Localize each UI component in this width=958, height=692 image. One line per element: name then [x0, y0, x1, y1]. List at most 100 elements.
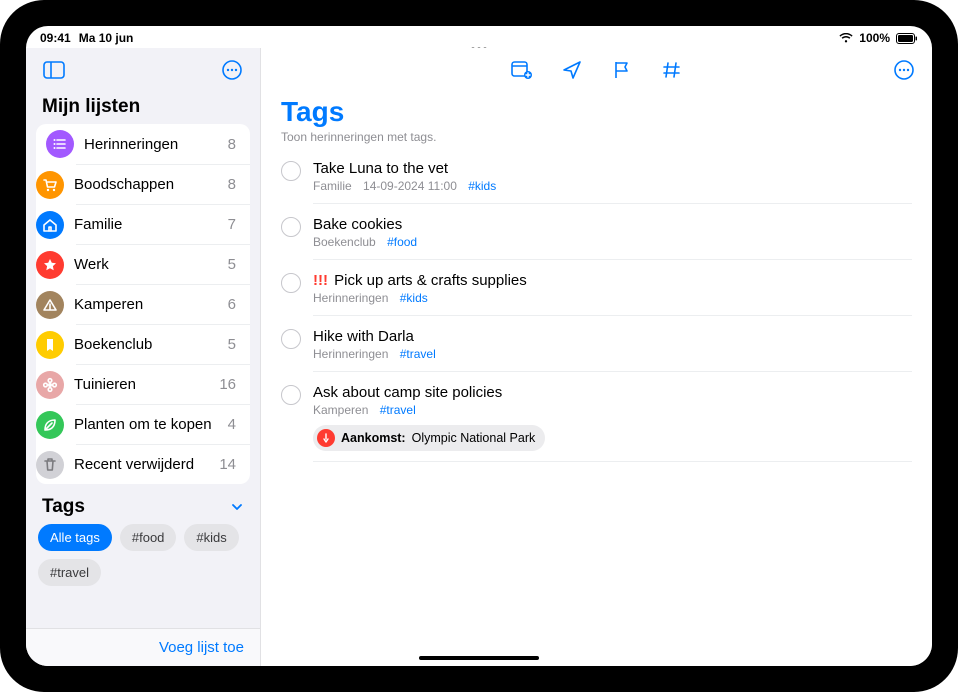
reminder-list: Familie	[313, 179, 352, 193]
tag-pill[interactable]: #kids	[184, 524, 238, 551]
reminder-tag[interactable]: #travel	[400, 347, 436, 361]
list-count: 4	[228, 416, 240, 433]
reminder-tag[interactable]: #kids	[400, 291, 428, 305]
reminder-list: Kamperen	[313, 403, 368, 417]
lists-section-header: Mijn lijsten	[26, 92, 260, 124]
arrival-pin-icon	[317, 429, 335, 447]
sidebar: Mijn lijsten Herinneringen8Boodschappen8…	[26, 48, 261, 666]
list-label: Boekenclub	[74, 336, 228, 353]
tag-pill[interactable]: #travel	[38, 559, 101, 586]
reminder-checkbox[interactable]	[281, 273, 301, 293]
flag-icon[interactable]	[608, 56, 636, 84]
status-time: 09:41	[40, 31, 71, 45]
reminder-checkbox[interactable]	[281, 329, 301, 349]
list-label: Boodschappen	[74, 176, 228, 193]
sidebar-list-item[interactable]: Kamperen6	[76, 284, 250, 324]
sidebar-list-item[interactable]: Werk5	[76, 244, 250, 284]
page-title: Tags	[261, 92, 932, 128]
battery-percent: 100%	[859, 31, 890, 45]
main-pane: Tags Toon herinneringen met tags. Take L…	[261, 48, 932, 666]
reminder-checkbox[interactable]	[281, 385, 301, 405]
list-count: 8	[228, 136, 240, 153]
page-subtitle: Toon herinneringen met tags.	[261, 128, 932, 154]
star-icon	[36, 251, 64, 279]
reminder-title: !!! Pick up arts & crafts supplies	[313, 272, 912, 289]
leaf-icon	[36, 411, 64, 439]
tag-pill[interactable]: Alle tags	[38, 524, 112, 551]
home-indicator[interactable]	[419, 656, 539, 660]
arrival-label: Aankomst:	[341, 431, 406, 445]
list-label: Kamperen	[74, 296, 228, 313]
reminders-list: Take Luna to the vetFamilie 14-09-2024 1…	[261, 154, 932, 468]
list-count: 7	[228, 216, 240, 233]
list-label: Recent verwijderd	[74, 456, 219, 473]
list-count: 5	[228, 336, 240, 353]
house-icon	[36, 211, 64, 239]
list-count: 16	[219, 376, 240, 393]
list-icon	[46, 130, 74, 158]
sidebar-list-item[interactable]: Herinneringen8	[36, 124, 250, 164]
sidebar-list-item[interactable]: Boodschappen8	[76, 164, 250, 204]
list-count: 8	[228, 176, 240, 193]
trash-icon	[36, 451, 64, 479]
flower-icon	[36, 371, 64, 399]
reminder-priority: !!!	[313, 272, 328, 289]
reminder-checkbox[interactable]	[281, 161, 301, 181]
reminder-item[interactable]: Bake cookies Boekenclub #food	[261, 210, 932, 266]
reminder-meta: Familie 14-09-2024 11:00 #kids	[313, 179, 912, 193]
cart-icon	[36, 171, 64, 199]
tent-icon	[36, 291, 64, 319]
chevron-down-icon[interactable]	[230, 500, 244, 514]
main-more-button[interactable]	[890, 56, 918, 84]
status-bar: 09:41 Ma 10 jun 100%	[26, 28, 932, 48]
reminder-meta: Herinneringen #travel	[313, 347, 912, 361]
list-label: Werk	[74, 256, 228, 273]
calendar-add-icon[interactable]	[508, 56, 536, 84]
sidebar-more-button[interactable]	[218, 56, 246, 84]
reminder-item[interactable]: Ask about camp site policies Kamperen #tr…	[261, 378, 932, 468]
reminder-date: 14-09-2024 11:00	[363, 179, 457, 193]
arrival-place: Olympic National Park	[412, 431, 536, 445]
list-count: 14	[219, 456, 240, 473]
reminder-tag[interactable]: #travel	[380, 403, 416, 417]
reminder-item[interactable]: Hike with Darla Herinneringen #travel	[261, 322, 932, 378]
sidebar-list-item[interactable]: Familie7	[76, 204, 250, 244]
reminder-tag[interactable]: #food	[387, 235, 417, 249]
list-label: Herinneringen	[84, 136, 228, 153]
wifi-icon	[839, 33, 853, 43]
reminder-list: Herinneringen	[313, 291, 388, 305]
reminder-tag[interactable]: #kids	[468, 179, 496, 193]
reminder-meta: Herinneringen #kids	[313, 291, 912, 305]
reminder-item[interactable]: !!! Pick up arts & crafts supplies Herinn…	[261, 266, 932, 322]
reminder-title: Bake cookies	[313, 216, 912, 233]
location-icon[interactable]	[558, 56, 586, 84]
sidebar-list-item[interactable]: Boekenclub5	[76, 324, 250, 364]
sidebar-list-item[interactable]: Planten om te kopen4	[76, 404, 250, 444]
arrival-chip[interactable]: Aankomst: Olympic National Park	[313, 425, 545, 451]
add-list-button[interactable]: Voeg lijst toe	[26, 628, 260, 666]
tags-section-header: Tags	[42, 496, 85, 518]
battery-icon	[896, 33, 918, 44]
list-label: Tuinieren	[74, 376, 219, 393]
sidebar-toggle-button[interactable]	[40, 56, 68, 84]
sidebar-list-item[interactable]: Recent verwijderd14	[76, 444, 250, 484]
list-label: Planten om te kopen	[74, 416, 228, 433]
tag-pill[interactable]: #food	[120, 524, 177, 551]
reminder-list: Herinneringen	[313, 347, 388, 361]
lists-container: Herinneringen8Boodschappen8Familie7Werk5…	[36, 124, 250, 484]
tag-pills: Alle tags #food #kids #travel	[26, 524, 260, 586]
reminder-title: Hike with Darla	[313, 328, 912, 345]
bookmark-icon	[36, 331, 64, 359]
reminder-list: Boekenclub	[313, 235, 376, 249]
sidebar-list-item[interactable]: Tuinieren16	[76, 364, 250, 404]
reminder-item[interactable]: Take Luna to the vetFamilie 14-09-2024 1…	[261, 154, 932, 210]
list-count: 6	[228, 296, 240, 313]
reminder-checkbox[interactable]	[281, 217, 301, 237]
reminder-meta: Boekenclub #food	[313, 235, 912, 249]
status-date: Ma 10 jun	[79, 31, 134, 45]
hashtag-icon[interactable]	[658, 56, 686, 84]
list-label: Familie	[74, 216, 228, 233]
list-count: 5	[228, 256, 240, 273]
reminder-meta: Kamperen #travel	[313, 403, 912, 417]
reminder-title: Ask about camp site policies	[313, 384, 912, 401]
